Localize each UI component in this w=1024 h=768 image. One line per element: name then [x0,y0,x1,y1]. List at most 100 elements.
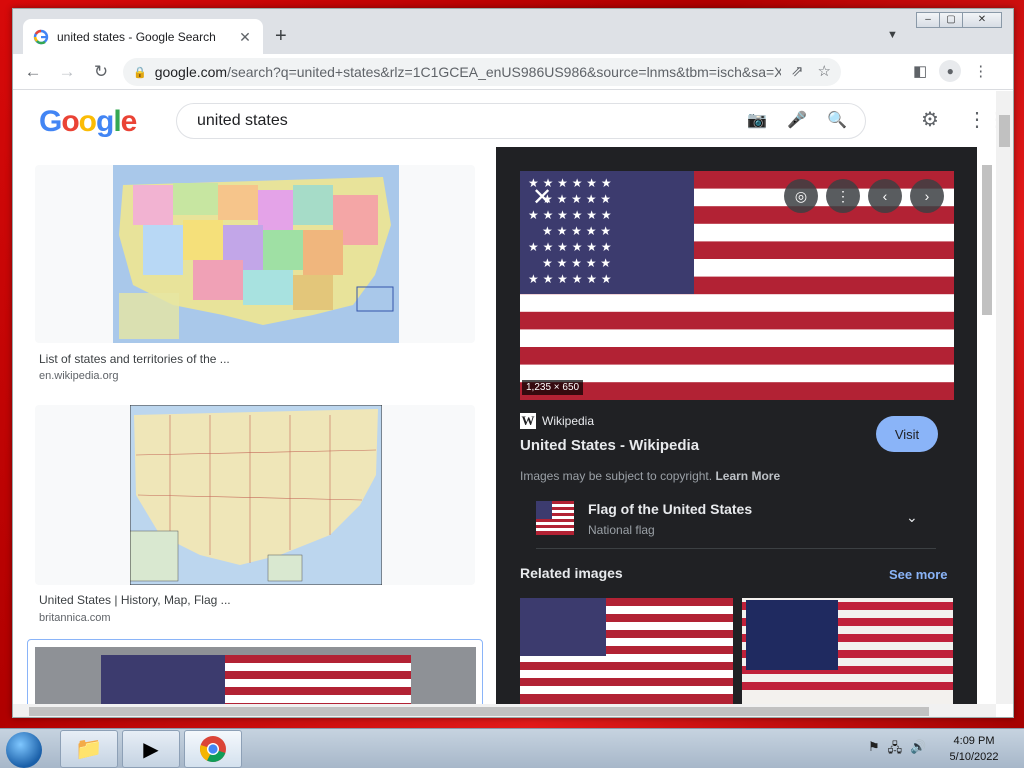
page-scroll-thumb[interactable] [999,115,1010,147]
next-image-icon[interactable]: › [910,179,944,213]
action-center-icon[interactable]: ⚑ [868,739,880,761]
address-bar[interactable]: 🔒 google.com/search?q=united+states&rlz=… [123,58,841,86]
search-box-icons: 📷 🎤 🔍 [747,110,847,130]
logo-letter: l [113,105,121,138]
maximize-button[interactable]: ▢ [939,12,963,28]
entity-flag-icon [536,501,574,535]
learn-more-link[interactable]: Learn More [715,469,780,483]
logo-letter: o [78,105,97,138]
search-icon[interactable]: 🔍 [827,110,847,130]
microphone-icon[interactable]: 🎤 [787,110,807,130]
back-button[interactable]: ← [19,58,47,86]
forward-arrow-icon: → [58,61,76,81]
chrome-menu-icon[interactable]: ⋮ [973,62,988,80]
result-source: britannica.com [39,612,111,624]
browser-toolbar: ← → ↻ 🔒 google.com/search?q=united+state… [13,54,1013,90]
omnibox-icons: ⇗ ☆ [791,62,831,80]
copyright-text: Images may be subject to copyright. [520,469,713,483]
media-player-icon: ▶ [143,738,159,761]
reload-icon: ↻ [93,61,109,81]
preview-title[interactable]: United States - Wikipedia [520,437,699,454]
window-controls: – ▢ ✕ [916,12,1002,28]
more-options-icon[interactable]: ⋮ [826,179,860,213]
logo-letter: g [96,105,114,138]
svg-text:★ ★ ★ ★ ★: ★ ★ ★ ★ ★ [542,224,611,238]
visit-button[interactable]: Visit [876,416,938,452]
result-image-card-selected[interactable] [27,639,483,704]
taskbar-clock[interactable]: 4:09 PM 5/10/2022 [944,733,1004,765]
media-player-taskbar-button[interactable]: ▶ [122,730,180,768]
google-header: Google united states 📷 🎤 🔍 ⚙ ⋮⋮ [13,91,996,147]
tab-search-chevron-icon[interactable]: ▼ [887,29,898,41]
start-button[interactable] [6,732,42,768]
google-images-page: Google united states 📷 🎤 🔍 ⚙ ⋮⋮ [13,91,996,704]
horizontal-scroll-thumb[interactable] [29,707,929,716]
svg-text:★ ★ ★ ★ ★ ★: ★ ★ ★ ★ ★ ★ [528,272,612,286]
see-more-link[interactable]: See more [889,567,948,582]
volume-icon[interactable]: 🔊 [910,739,926,761]
preview-scrollbar[interactable] [977,147,996,704]
page-vertical-scrollbar[interactable] [996,91,1013,704]
logo-letter: o [61,105,79,138]
url-path: /search?q=united+states&rlz=1C1GCEA_enUS… [227,64,781,80]
back-arrow-icon: ← [24,61,42,81]
network-icon[interactable]: 🖧 [888,739,903,761]
preview-source-name: Wikipedia [542,414,595,428]
new-tab-button[interactable]: + [275,26,287,46]
result-caption[interactable]: List of states and territories of the ..… [39,352,230,366]
settings-gear-icon[interactable]: ⚙ [921,107,939,132]
close-window-button[interactable]: ✕ [962,12,1002,28]
file-explorer-taskbar-button[interactable]: 📁 [60,730,118,768]
profile-avatar-icon[interactable]: ● [939,60,962,82]
entity-name: Flag of the United States [588,501,753,517]
google-logo[interactable]: Google [39,105,138,139]
result-caption[interactable]: United States | History, Map, Flag ... [39,593,231,607]
folder-icon: 📁 [75,736,103,761]
close-preview-icon[interactable]: ✕ [532,183,552,212]
previous-image-icon[interactable]: ‹ [868,179,902,213]
clock-time: 4:09 PM [953,735,995,747]
reload-button[interactable]: ↻ [87,58,115,86]
entity-subtitle: National flag [588,523,655,537]
system-tray: ⚑ 🖧 🔊 [868,739,926,761]
chevron-down-icon[interactable]: ⌄ [906,509,918,526]
minimize-button[interactable]: – [916,12,940,28]
related-images-heading: Related images [520,565,623,581]
tab-strip: united states - Google Search ✕ + ▼ – ▢ … [13,9,1013,55]
preview-action-buttons: ◎ ⋮ ‹ › [784,179,944,213]
svg-text:★ ★ ★ ★ ★: ★ ★ ★ ★ ★ [542,256,611,270]
tab-close-icon[interactable]: ✕ [237,29,253,46]
windows-taskbar: 📁 ▶ ⚑ 🖧 🔊 4:09 PM 5/10/2022 [0,728,1024,768]
search-query: united states [197,112,288,129]
url-host: google.com [154,64,228,80]
image-preview-panel: ★ ★ ★ ★ ★ ★ ★ ★ ★ ★ ★ ★ ★ ★ ★ ★ ★ ★ ★ ★ … [496,147,977,704]
entity-card[interactable]: Flag of the United States National flag … [536,499,936,549]
apps-grid-icon[interactable]: ⋮⋮ [967,107,996,132]
side-panel-icon[interactable]: ◧ [913,62,927,80]
us-states-map-image [113,165,399,343]
related-flag-image[interactable] [742,598,953,704]
lens-search-icon[interactable]: ◎ [784,179,818,213]
logo-letter: e [120,105,138,138]
search-input[interactable]: united states 📷 🎤 🔍 [176,103,866,139]
chrome-taskbar-button[interactable] [184,730,242,768]
bookmark-star-icon[interactable]: ☆ [818,62,831,80]
clock-date: 5/10/2022 [949,751,999,763]
us-flag-thumb-image [101,655,411,704]
result-source: en.wikipedia.org [39,370,119,382]
header-right-icons: ⚙ ⋮⋮ [921,107,996,132]
url-text: google.com/search?q=united+states&rlz=1C… [155,64,781,80]
camera-lens-icon[interactable]: 📷 [747,110,767,130]
tab-google-search[interactable]: united states - Google Search ✕ [23,19,263,55]
britannica-us-map-image [130,405,382,585]
forward-button[interactable]: → [53,58,81,86]
result-image-card[interactable] [35,405,475,585]
image-dimensions: 1,235 × 650 [522,380,584,395]
preview-scroll-thumb[interactable] [982,165,992,315]
tab-title: united states - Google Search [57,30,216,44]
related-flag-image[interactable] [520,598,733,704]
share-icon[interactable]: ⇗ [791,62,804,80]
page-horizontal-scrollbar[interactable] [13,704,996,717]
result-image-card[interactable] [35,165,475,343]
preview-source-row: W Wikipedia [520,413,594,429]
